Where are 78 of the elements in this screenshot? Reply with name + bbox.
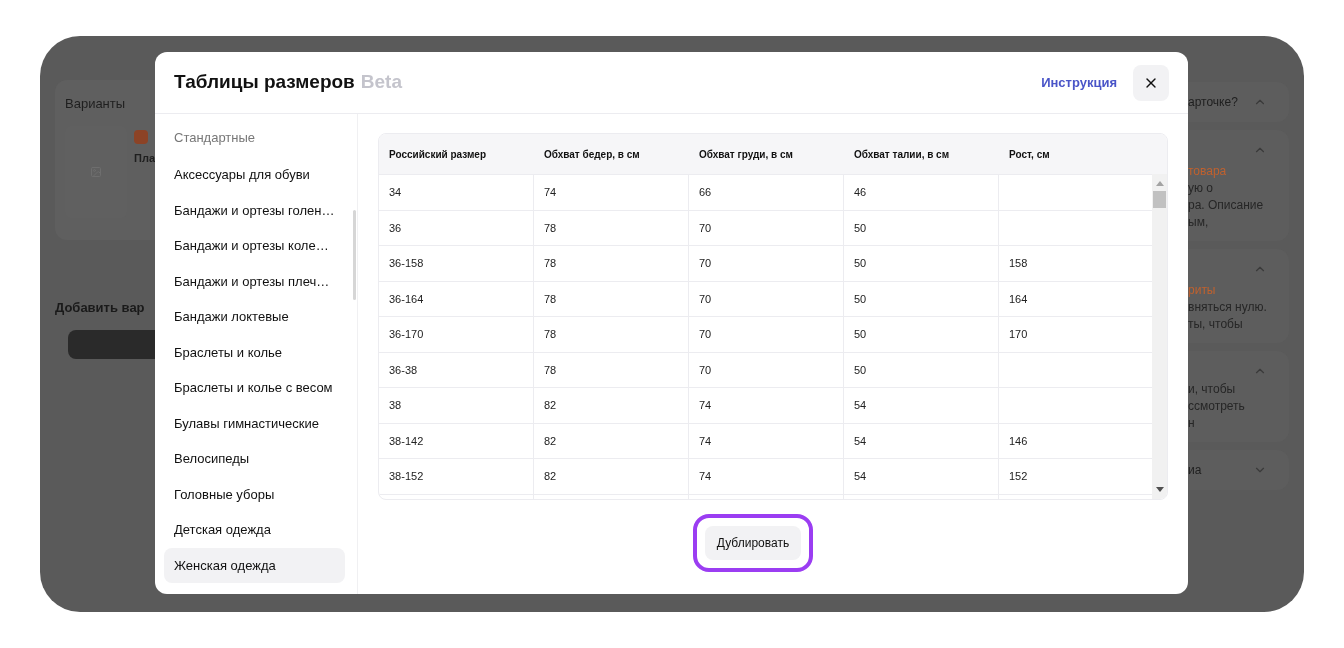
faq-title: арточке? xyxy=(1188,94,1238,111)
table-cell-text: 152 xyxy=(1008,469,1029,484)
table-cell: 70 xyxy=(689,210,844,245)
table-cell: 38-142 xyxy=(379,423,534,458)
table-cell: 74 xyxy=(689,459,844,494)
table-cell: 50 xyxy=(844,317,999,352)
faq-title: иа xyxy=(1188,462,1202,479)
table-cell: 36 xyxy=(379,210,534,245)
scrollbar[interactable] xyxy=(1152,174,1167,499)
sidebar-item[interactable]: Женская одежда xyxy=(164,547,345,583)
table-cell: 54 xyxy=(844,423,999,458)
column-header: Обхват бедер, в см xyxy=(543,147,641,162)
table-cell: 54 xyxy=(844,459,999,494)
table-cell: 78 xyxy=(534,352,689,387)
table-cell: 36-170 xyxy=(379,317,534,352)
scroll-thumb[interactable] xyxy=(1153,191,1166,208)
scroll-up-icon[interactable] xyxy=(1155,180,1164,186)
column-header: Обхват груди, в см xyxy=(698,147,794,162)
sidebar-item[interactable]: Бандажи и ортезы плеч… xyxy=(164,263,345,299)
sidebar-item[interactable]: Бандажи и ортезы коле… xyxy=(164,228,345,264)
table-cell: 50 xyxy=(844,246,999,281)
table-cell: 78 xyxy=(534,317,689,352)
table-cell: 36-158 xyxy=(379,246,534,281)
table-cell: 82 xyxy=(534,388,689,423)
faq-heading: риты xyxy=(1188,282,1217,299)
section-title: Варианты xyxy=(65,95,127,113)
table-cell: 34 xyxy=(379,175,534,210)
column-header: Российский размер xyxy=(388,147,488,162)
table-cell: 78 xyxy=(534,281,689,316)
faq-text: и, чтобы xyxy=(1188,381,1237,398)
table-cell: 74 xyxy=(689,423,844,458)
table-cell: 38 xyxy=(379,388,534,423)
sidebar-item[interactable]: Велосипеды xyxy=(164,441,345,477)
variant-badge xyxy=(134,129,148,144)
sidebar-item[interactable]: Бандажи и ортезы голен… xyxy=(164,192,345,228)
table-cell: 50 xyxy=(844,352,999,387)
table-cell: 50 xyxy=(844,210,999,245)
modal-title: Таблицы размеров xyxy=(174,70,355,95)
duplicate-button[interactable]: Дублировать xyxy=(704,526,802,560)
faq-heading: товара xyxy=(1188,163,1228,180)
table-cell: 38-152 xyxy=(379,459,534,494)
column-header: Рост, см xyxy=(1008,147,1051,162)
table-cell-text: 158 xyxy=(1008,256,1029,271)
table-cell-text: 164 xyxy=(1008,291,1029,307)
sidebar-item[interactable]: Бандажи локтевые xyxy=(164,299,345,335)
sidebar-item[interactable]: Браслеты и колье с весом xyxy=(164,370,345,406)
column-header: Обхват талии, в см xyxy=(853,147,951,162)
variant-name: Пла xyxy=(134,150,155,166)
sidebar-item[interactable]: Головные уборы xyxy=(164,476,345,512)
table-cell: 74 xyxy=(689,388,844,423)
add-button[interactable] xyxy=(68,329,155,359)
close-button[interactable] xyxy=(1133,64,1169,101)
sidebar-item[interactable]: Аксессуары для обуви xyxy=(164,157,345,193)
table-cell: 70 xyxy=(689,317,844,352)
section-title: Добавить вар xyxy=(55,299,146,317)
beta-label: Beta xyxy=(360,70,402,95)
table-cell: 70 xyxy=(689,246,844,281)
table-cell: 36-164 xyxy=(379,281,534,316)
table-cell: 78 xyxy=(534,210,689,245)
sidebar-item[interactable]: Браслеты и колье xyxy=(164,334,345,370)
table-cell: 50 xyxy=(844,281,999,316)
table-cell: 82 xyxy=(534,459,689,494)
table-cell: 78 xyxy=(534,246,689,281)
table-cell-text: 146 xyxy=(1008,433,1029,449)
table-cell: 54 xyxy=(844,388,999,423)
table-cell: 36-38 xyxy=(379,352,534,387)
table-cell-text: 170 xyxy=(1008,327,1029,342)
table-cell: 70 xyxy=(689,281,844,316)
table-cell: 46 xyxy=(844,175,999,210)
sidebar-heading: Стандартные xyxy=(173,129,257,147)
table-cell: 74 xyxy=(534,175,689,210)
sidebar-item[interactable]: Булавы гимнастические xyxy=(164,405,345,441)
scroll-down-icon[interactable] xyxy=(1155,487,1164,493)
sidebar-item[interactable]: Детская одежда xyxy=(164,512,345,548)
table-cell: 70 xyxy=(689,352,844,387)
table-cell: 82 xyxy=(534,423,689,458)
table-cell: 66 xyxy=(689,175,844,210)
help-link[interactable]: Инструкция xyxy=(1041,72,1117,93)
